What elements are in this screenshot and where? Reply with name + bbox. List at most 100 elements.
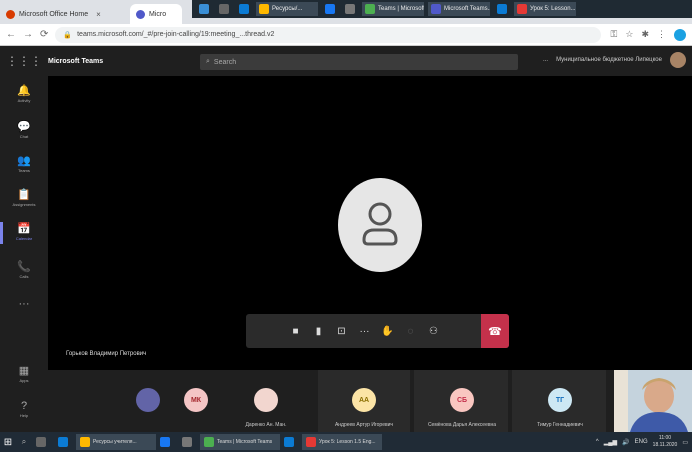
self-video-image	[614, 370, 692, 432]
clock[interactable]: 11:00 18.11.2020	[653, 435, 678, 449]
taskbar-item[interactable]	[280, 434, 302, 450]
rail-item-teams[interactable]: 👥 Teams	[0, 154, 48, 173]
tab-label: Micro	[149, 10, 167, 18]
close-tab-icon[interactable]: ×	[96, 10, 101, 19]
rail-label: Help	[19, 413, 29, 418]
share-screen-icon[interactable]: ⊡	[330, 326, 353, 337]
rail-item-activity[interactable]: 🔔 Activity	[0, 84, 48, 103]
self-video	[614, 370, 692, 432]
participant-name: Даренко Ан. Ман.	[245, 422, 287, 428]
participant-avatar[interactable]: АА	[352, 388, 376, 412]
overlay-taskbar-item[interactable]: Урок 5: Lesson...	[514, 2, 576, 16]
rail-item-calls[interactable]: 📞 Calls	[0, 260, 48, 279]
app-icon	[58, 437, 68, 447]
app-icon	[160, 437, 170, 447]
overlay-taskbar-item[interactable]: Microsoft Teams...	[428, 2, 490, 16]
volume-icon[interactable]: 🔊	[622, 439, 629, 446]
browser-tab-office[interactable]: Microsoft Office Home ×	[0, 4, 130, 24]
overlay-taskbar-item[interactable]: Ресурсы/...	[256, 2, 318, 16]
participants-icon[interactable]: ⚇	[422, 326, 445, 337]
taskbar-item[interactable]: Ресурсы учителя...	[76, 434, 156, 450]
browser-tab-teams[interactable]: Micro	[130, 4, 182, 24]
url-field[interactable]: 🔒 teams.microsoft.com/_#/pre-join-callin…	[55, 26, 601, 43]
app-icon	[365, 4, 375, 14]
app-icon	[325, 4, 335, 14]
microphone-icon[interactable]: ▮	[307, 326, 330, 337]
rail-label: Chat	[19, 134, 29, 139]
chevron-up-icon[interactable]: ^	[596, 439, 599, 445]
raise-hand-icon[interactable]: ✋	[376, 326, 399, 337]
rail-label: Assignments	[12, 202, 36, 207]
app-icon	[239, 4, 249, 14]
url-text: teams.microsoft.com/_#/pre-join-calling/…	[77, 31, 275, 38]
search-input[interactable]: ⌕ Search	[200, 54, 518, 70]
participant-name: Андреев Артур Игоревич	[334, 422, 394, 428]
taskbar-item[interactable]: Teams | Microsoft Teams	[200, 434, 280, 450]
menu-icon[interactable]: ⋮	[657, 29, 666, 40]
language-indicator[interactable]: ENG	[635, 439, 648, 445]
participant-avatar[interactable]: СБ	[450, 388, 474, 412]
overlay-taskbar-item[interactable]	[342, 2, 358, 16]
participant-avatar[interactable]	[254, 388, 278, 412]
more-actions-icon[interactable]: ···	[353, 326, 376, 337]
chat-toggle-icon[interactable]: ◌	[399, 326, 422, 337]
app-icon	[517, 4, 527, 14]
rail-item-more[interactable]: ···	[0, 298, 48, 310]
left-rail: 🔔 Activity 💬 Chat 👥 Teams 📋 Assignments 📅 Calenda…	[0, 76, 48, 432]
taskbar-item[interactable]	[178, 434, 200, 450]
overlay-taskbar-item[interactable]	[494, 2, 510, 16]
rail-label: Calls	[19, 274, 29, 279]
overlay-taskbar-item[interactable]	[322, 2, 338, 16]
taskbar-item[interactable]	[156, 434, 178, 450]
overlay-taskbar-item[interactable]	[236, 2, 252, 16]
more-options-icon[interactable]: ...	[543, 57, 548, 63]
participant-avatar[interactable]	[136, 388, 160, 412]
network-icon[interactable]: ▂▄▆	[604, 439, 617, 446]
key-icon[interactable]: ⚿	[611, 29, 618, 40]
taskbar-item[interactable]: Урок 5: Lesson 1.5 Eng...	[302, 434, 382, 450]
user-avatar[interactable]	[670, 52, 686, 68]
windows-taskbar: ⊞ ⌕ Ресурсы учителя... Teams | Microsoft …	[0, 432, 692, 452]
hang-up-button[interactable]: ☎	[481, 314, 509, 348]
app-icon	[259, 4, 269, 14]
back-icon[interactable]: ←	[6, 29, 16, 40]
app-icon	[204, 437, 214, 447]
notifications-icon[interactable]: ▭	[682, 439, 688, 446]
more-icon: ···	[18, 298, 30, 310]
overlay-taskbar-item[interactable]: Teams | Microsoft...	[362, 2, 424, 16]
system-tray: ^ ▂▄▆ 🔊 ENG 11:00 18.11.2020 ▭	[596, 432, 688, 452]
rail-item-calendar[interactable]: 📅 Calendar	[0, 222, 48, 244]
overlay-taskbar-item[interactable]	[216, 2, 232, 16]
participant-avatar[interactable]: МК	[184, 388, 208, 412]
app-icon	[219, 4, 229, 14]
taskbar-item[interactable]	[32, 434, 54, 450]
help-icon: ?	[20, 400, 28, 412]
extensions-icon[interactable]: ✱	[641, 29, 649, 40]
profile-avatar[interactable]	[674, 28, 686, 41]
app-icon	[497, 4, 507, 14]
taskbar-label: Урок 5: Lesson 1.5 Eng...	[319, 439, 376, 445]
participant-name: Тимур Геннадиевич	[537, 422, 583, 428]
taskbar-item[interactable]	[54, 434, 76, 450]
star-icon[interactable]: ☆	[625, 29, 633, 40]
app-launcher-icon[interactable]: ⋮⋮⋮	[0, 54, 48, 68]
app-icon	[36, 437, 46, 447]
calls-icon: 📞	[17, 261, 31, 273]
participant-avatar[interactable]: ТГ	[548, 388, 572, 412]
search-icon[interactable]: ⌕	[16, 437, 32, 447]
camera-icon[interactable]: ■	[284, 326, 307, 337]
app-icon	[182, 437, 192, 447]
rail-item-help[interactable]: ? Help	[0, 400, 48, 418]
overlay-taskbar-item[interactable]	[196, 2, 212, 16]
rail-item-assignments[interactable]: 📋 Assignments	[0, 188, 48, 207]
forward-icon[interactable]: →	[23, 29, 33, 40]
app-icon	[306, 437, 316, 447]
teams-header: ⋮⋮⋮ Microsoft Teams ⌕ Search ... Муницип…	[0, 46, 692, 76]
org-name[interactable]: Муниципальное бюджетное Липецкое	[556, 57, 662, 63]
windows-start-icon[interactable]: ⊞	[0, 437, 16, 448]
reload-icon[interactable]: ⟳	[40, 29, 48, 40]
rail-item-apps[interactable]: ▦ Apps	[0, 364, 48, 383]
tab-label: Microsoft Office Home	[19, 10, 89, 18]
rail-item-chat[interactable]: 💬 Chat	[0, 120, 48, 139]
screen: { "browser": { "tabs": [ {"label": "Micr…	[0, 0, 692, 452]
